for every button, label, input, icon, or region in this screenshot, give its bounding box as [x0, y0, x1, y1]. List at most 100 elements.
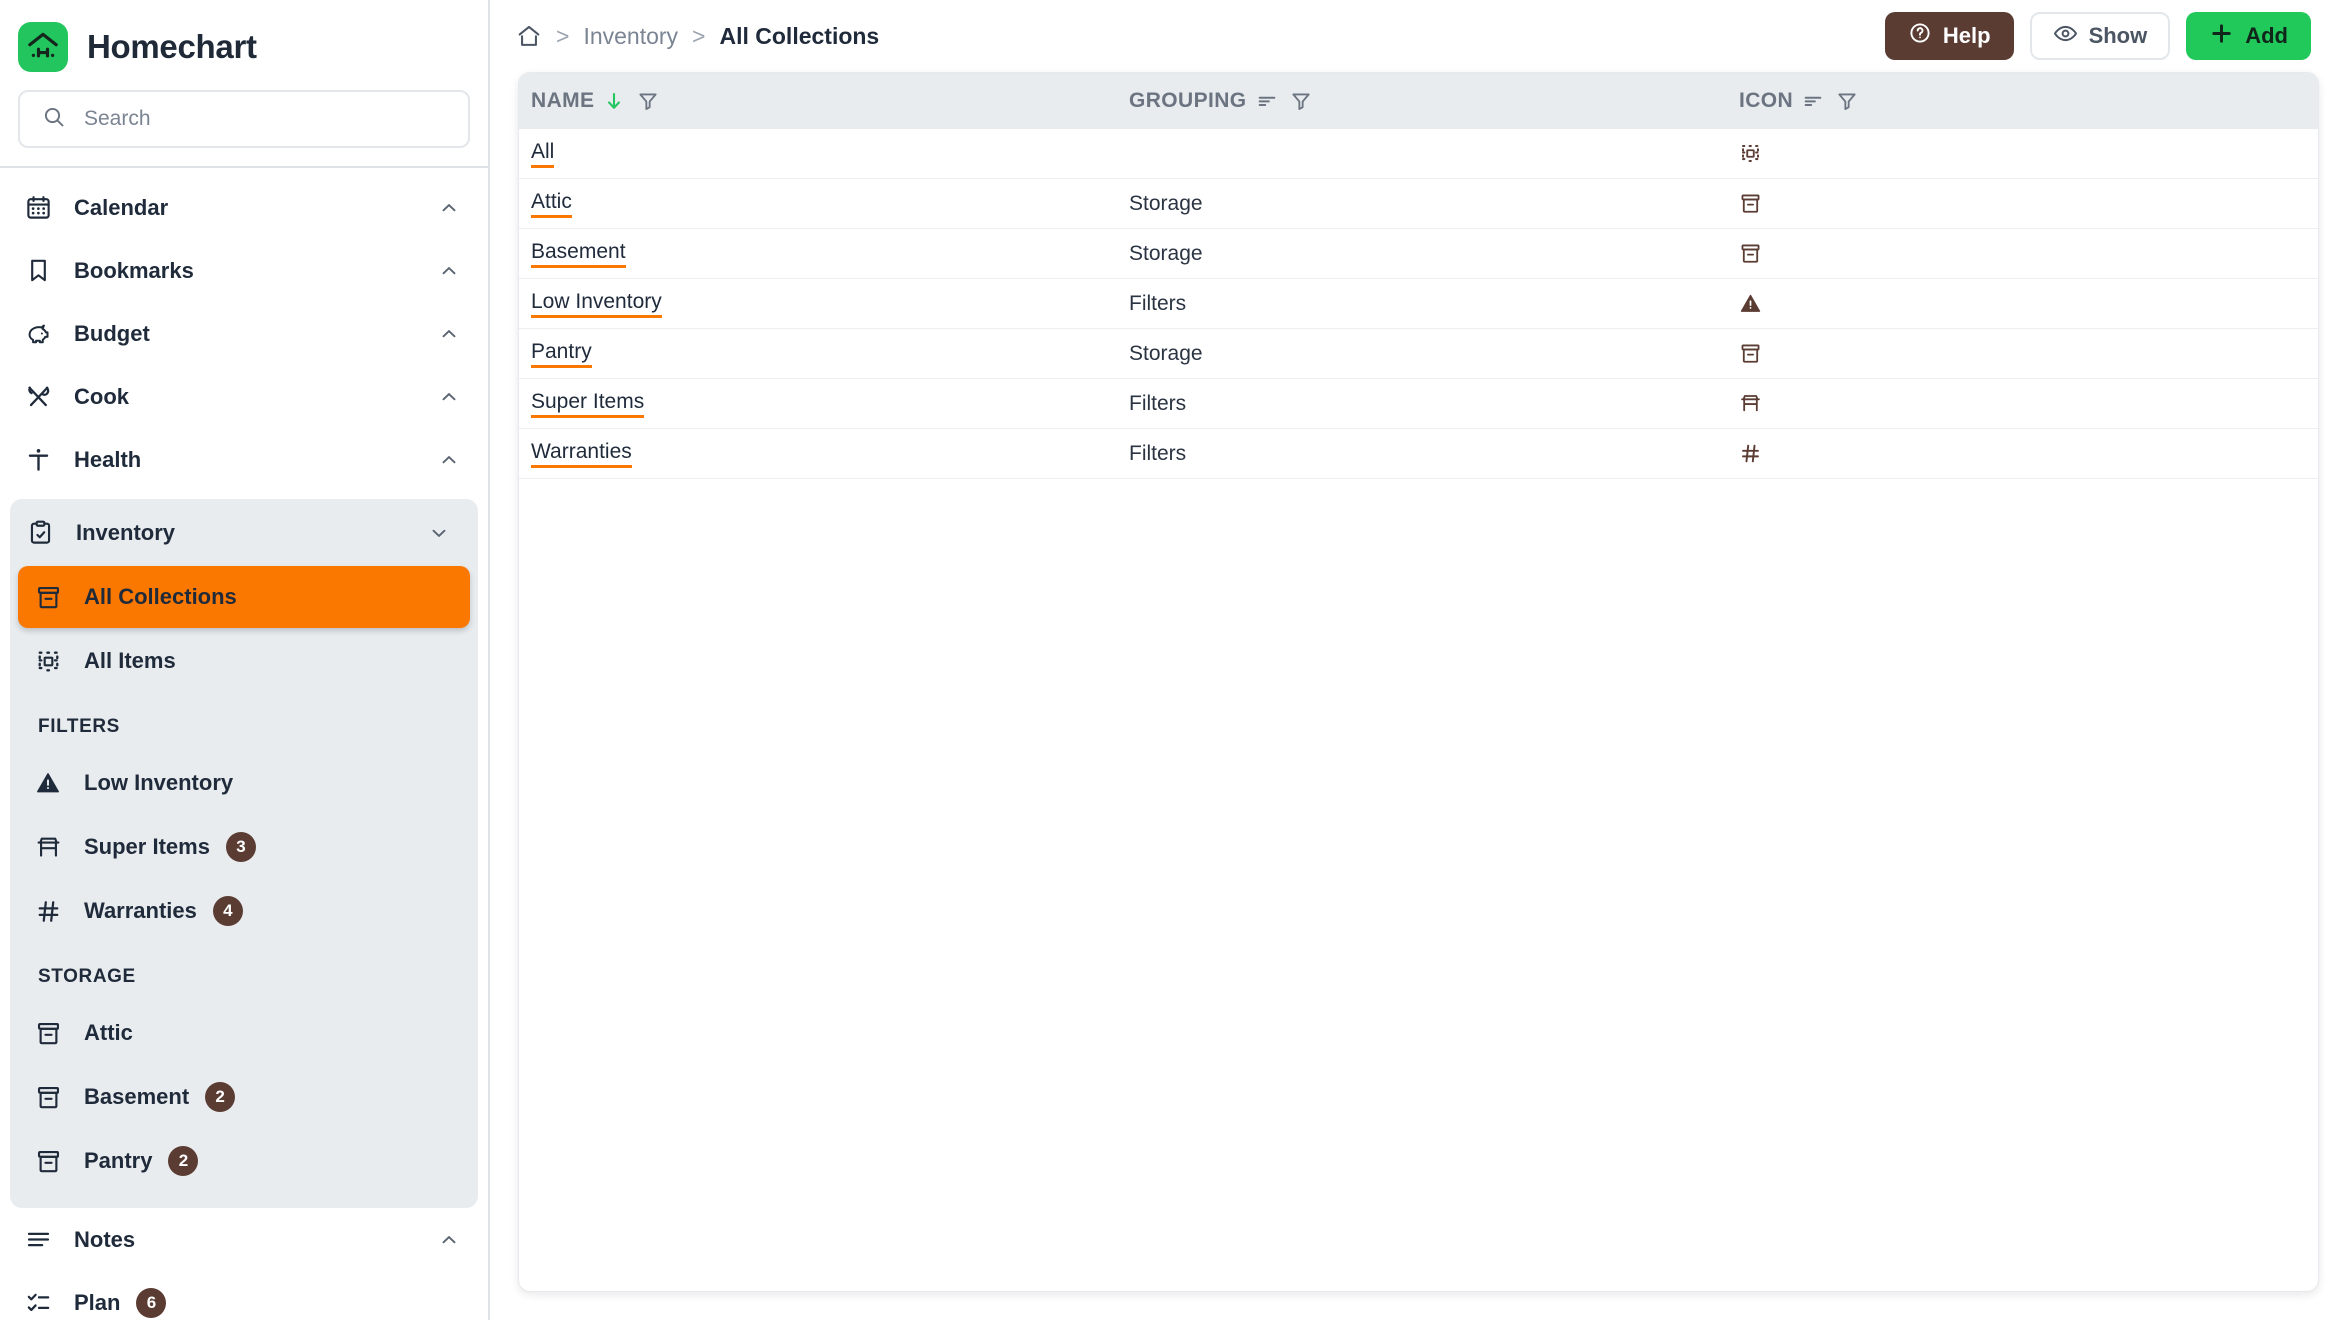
sidebar-item-health[interactable]: Health: [0, 428, 488, 491]
sidebar-item-label: Cook: [74, 383, 129, 409]
collection-name-link[interactable]: All: [531, 140, 555, 168]
chevron-up-icon[interactable]: [438, 260, 460, 282]
hash-icon: [1739, 442, 1762, 465]
column-header-name[interactable]: NAME: [519, 89, 1129, 113]
item-count-badge: 2: [168, 1146, 199, 1176]
collection-name-link[interactable]: Attic: [531, 190, 572, 218]
search-wrap: [0, 72, 488, 148]
sidebar-item-notes[interactable]: Notes: [0, 1208, 488, 1271]
brand[interactable]: Homechart: [0, 0, 488, 72]
select-all-icon: [1739, 142, 1762, 165]
topbar: > Inventory > All Collections Help Show …: [490, 0, 2347, 72]
sort-icon[interactable]: [1802, 90, 1824, 112]
table-row[interactable]: Low Inventory Filters: [519, 279, 2318, 329]
table-row[interactable]: Basement Storage: [519, 229, 2318, 279]
column-header-icon[interactable]: ICON: [1739, 89, 2318, 113]
sidebar-item-warranties[interactable]: Warranties 4: [18, 880, 470, 942]
table-row[interactable]: Super Items Filters: [519, 379, 2318, 429]
chevron-up-icon[interactable]: [438, 197, 460, 219]
add-button[interactable]: Add: [2186, 12, 2311, 60]
store-icon: [28, 834, 68, 861]
sidebar-item-pantry[interactable]: Pantry 2: [18, 1130, 470, 1192]
sidebar-item-attic[interactable]: Attic: [18, 1002, 470, 1064]
sort-icon[interactable]: [1256, 90, 1278, 112]
table-row[interactable]: All: [519, 129, 2318, 179]
filter-icon[interactable]: [1290, 90, 1312, 112]
chevron-up-icon[interactable]: [438, 1229, 460, 1251]
chevron-up-icon[interactable]: [438, 449, 460, 471]
sidebar-item-label: Attic: [84, 1020, 133, 1045]
sidebar-item-calendar[interactable]: Calendar: [0, 176, 488, 239]
home-icon[interactable]: [516, 23, 542, 49]
column-header-label: NAME: [531, 89, 595, 112]
collection-name-link[interactable]: Warranties: [531, 440, 632, 468]
sidebar-item-inventory[interactable]: Inventory: [10, 501, 478, 564]
breadcrumb-item-inventory[interactable]: Inventory: [583, 23, 678, 50]
sidebar-item-basement[interactable]: Basement 2: [18, 1066, 470, 1128]
table-row[interactable]: Warranties Filters: [519, 429, 2318, 479]
sidebar-item-label: Warranties: [84, 898, 197, 923]
eye-icon: [2053, 21, 2078, 52]
show-button-label: Show: [2088, 23, 2148, 48]
collection-name-link[interactable]: Basement: [531, 240, 626, 268]
breadcrumb-separator: >: [692, 22, 706, 49]
collection-grouping: Filters: [1129, 391, 1187, 415]
search-icon: [42, 105, 66, 134]
search-input[interactable]: [84, 107, 446, 131]
store-icon: [1739, 392, 1762, 415]
archive-icon: [28, 1148, 68, 1175]
list-lines-icon: [18, 1226, 58, 1253]
sidebar-item-cook[interactable]: Cook: [0, 365, 488, 428]
sidebar-item-label: Low Inventory: [84, 770, 234, 795]
filter-icon[interactable]: [637, 90, 659, 112]
show-button[interactable]: Show: [2029, 12, 2171, 60]
archive-icon: [28, 1084, 68, 1111]
item-count-badge: 2: [205, 1082, 236, 1112]
clipboard-check-icon: [20, 519, 60, 546]
table-header-row: NAME GROUPING ICON: [519, 73, 2318, 129]
brand-name: Homechart: [87, 28, 257, 65]
chevron-down-icon[interactable]: [428, 522, 450, 544]
filter-icon[interactable]: [1836, 90, 1858, 112]
sidebar-item-all-collections[interactable]: All Collections: [18, 566, 470, 628]
archive-icon: [1739, 192, 1762, 215]
collection-grouping: Storage: [1129, 341, 1203, 365]
item-count-badge: 4: [212, 896, 243, 926]
homechart-logo-icon: [18, 22, 68, 72]
column-header-grouping[interactable]: GROUPING: [1129, 89, 1739, 113]
sidebar-item-label: Budget: [74, 320, 150, 346]
search-box[interactable]: [18, 90, 470, 148]
collection-grouping: Filters: [1129, 441, 1187, 465]
sidebar-item-super-items[interactable]: Super Items 3: [18, 816, 470, 878]
table-row[interactable]: Attic Storage: [519, 179, 2318, 229]
add-button-label: Add: [2245, 23, 2288, 48]
sidebar-item-bookmarks[interactable]: Bookmarks: [0, 239, 488, 302]
sidebar-item-label: Bookmarks: [74, 257, 194, 283]
collection-name-link[interactable]: Low Inventory: [531, 290, 662, 318]
bookmark-icon: [18, 257, 58, 284]
plus-icon: [2209, 21, 2234, 52]
collection-grouping: Filters: [1129, 291, 1187, 315]
sidebar-item-plan[interactable]: Plan 6: [0, 1271, 488, 1320]
hash-icon: [28, 898, 68, 925]
collection-name-link[interactable]: Super Items: [531, 390, 645, 418]
sidebar-nav: Calendar Bookmarks Budget Cook Health In…: [0, 168, 488, 1320]
collection-grouping: Storage: [1129, 191, 1203, 215]
chevron-up-icon[interactable]: [438, 323, 460, 345]
main-content: > Inventory > All Collections Help Show …: [490, 0, 2347, 1320]
breadcrumb: > Inventory > All Collections: [516, 23, 879, 50]
breadcrumb-separator: >: [556, 22, 570, 49]
sort-ascending-icon[interactable]: [603, 90, 625, 112]
help-button[interactable]: Help: [1884, 12, 2014, 60]
column-header-label: GROUPING: [1129, 89, 1247, 112]
collection-name-link[interactable]: Pantry: [531, 340, 592, 368]
table-row[interactable]: Pantry Storage: [519, 329, 2318, 379]
sidebar-item-label: Health: [74, 446, 142, 472]
sidebar-item-budget[interactable]: Budget: [0, 302, 488, 365]
chevron-up-icon[interactable]: [438, 386, 460, 408]
sidebar-item-low-inventory[interactable]: Low Inventory: [18, 752, 470, 814]
sidebar-item-all-items[interactable]: All Items: [18, 630, 470, 692]
section-header-storage: STORAGE: [38, 966, 136, 987]
column-header-label: ICON: [1739, 89, 1794, 112]
sidebar-item-label: Inventory: [76, 519, 176, 545]
